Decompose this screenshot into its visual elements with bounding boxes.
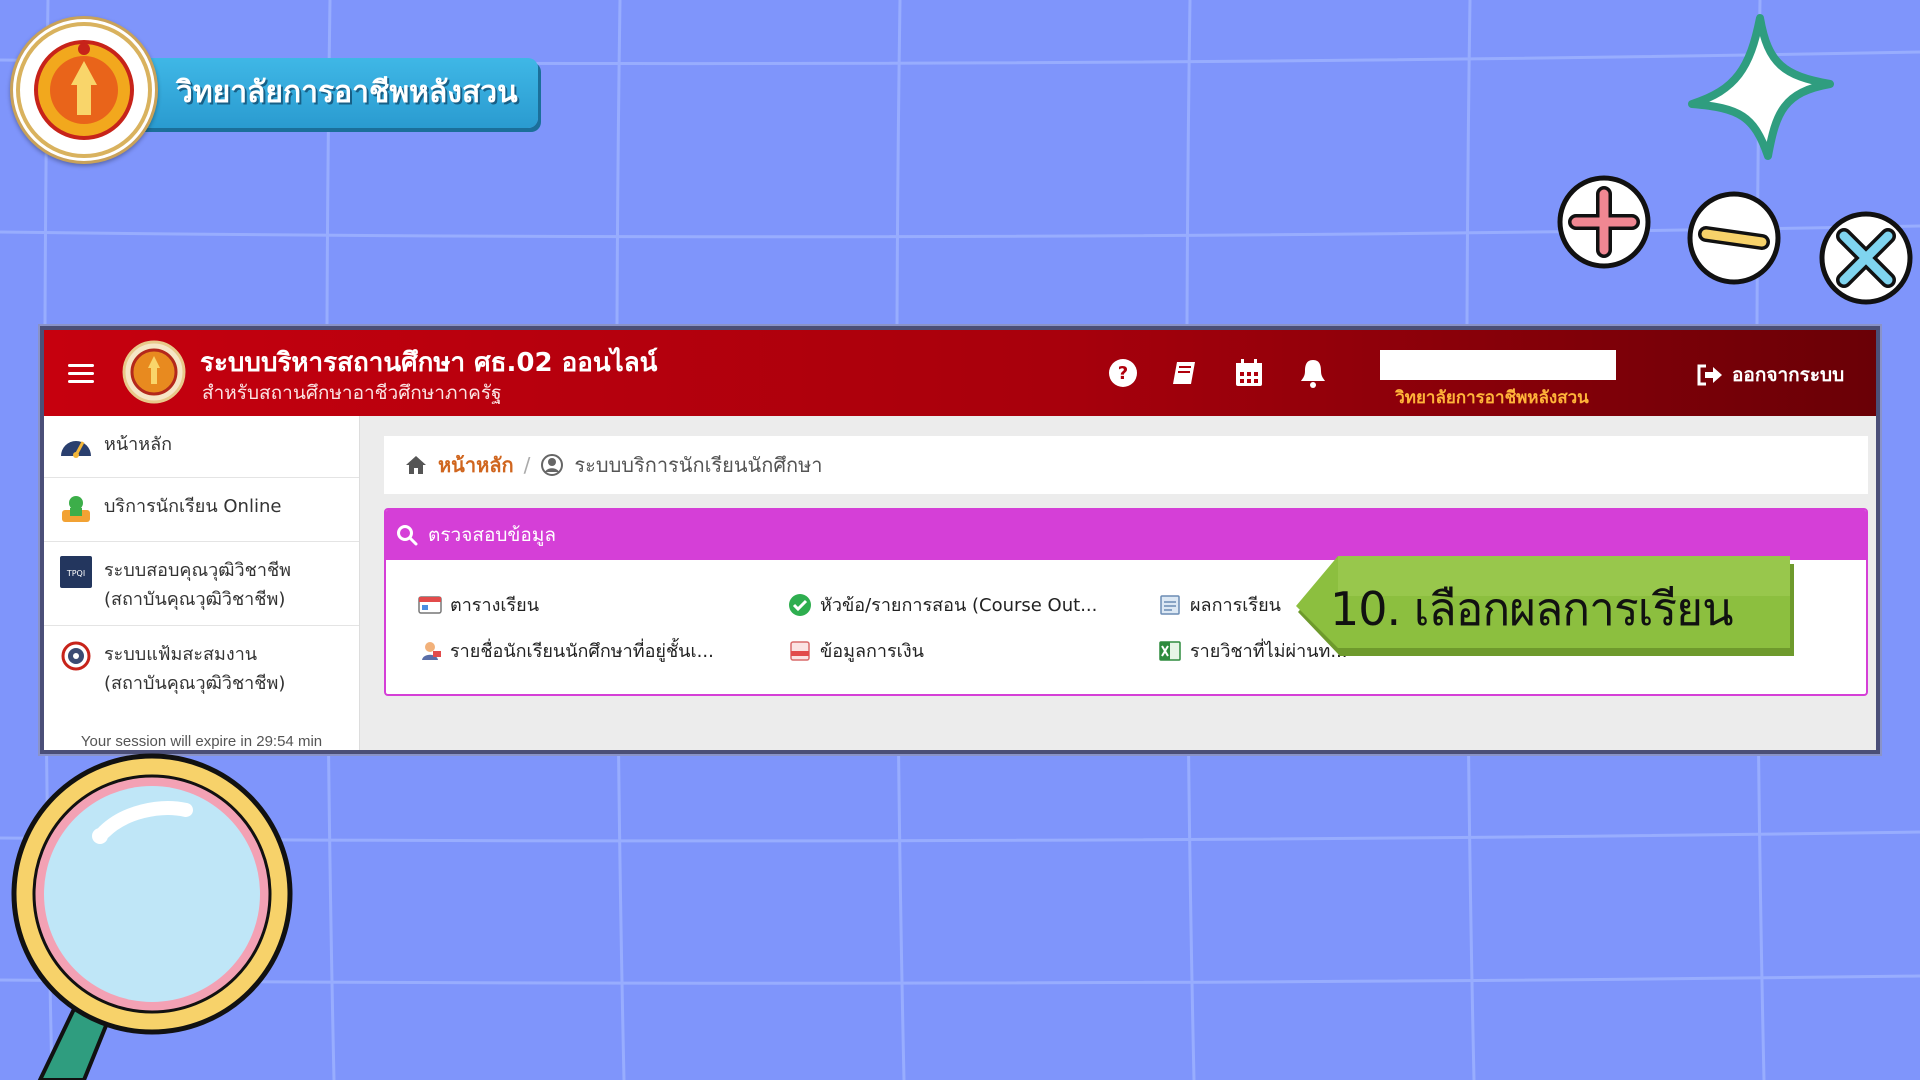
sidebar-item-label: หน้าหลัก [104,434,173,455]
sidebar-item-label: ระบบสอบคุณวุฒิวิชาชีพ [104,560,292,581]
link-label: ข้อมูลการเงิน [820,641,924,662]
system-subtitle: สำหรับสถานศึกษาอาชีวศึกษาภาครัฐ [202,382,502,404]
plus-decoration-icon [1557,175,1651,269]
panel-title: ตรวจสอบข้อมูล [428,524,556,546]
notification-bell-icon[interactable] [1296,356,1330,390]
college-name-banner: วิทยาลัยการอาชีพหลังสวน [140,58,538,128]
logout-button[interactable]: ออกจากระบบ [1696,360,1844,390]
college-seal-logo [10,16,158,164]
header-logo [122,340,186,404]
professional-qualification-icon: TPQI [60,556,92,588]
close-decoration-icon [1819,211,1913,305]
link-label: รายชื่อนักเรียนนักศึกษาที่อยู่ชั้นเ... [450,641,714,662]
system-title: ระบบบริหารสถานศึกษา ศธ.02 ออนไลน์ [200,348,658,378]
help-icon[interactable]: ? [1106,356,1140,390]
sidebar: หน้าหลัก บริการนักเรียน Online TPQI ระบบ… [44,416,360,750]
link-student-list[interactable]: รายชื่อนักเรียนนักศึกษาที่อยู่ชั้นเ... [418,636,714,665]
link-label: หัวข้อ/รายการสอน (Course Out... [820,595,1098,616]
sidebar-item-label: บริการนักเรียน Online [104,496,282,517]
sidebar-item-professional-exam[interactable]: TPQI ระบบสอบคุณวุฒิวิชาชีพ (สถาบันคุณวุฒ… [44,542,359,626]
sidebar-item-sublabel: (สถาบันคุณวุฒิวิชาชีพ) [104,589,286,610]
sidebar-item-label: ระบบแฟ้มสะสมงาน [104,644,258,665]
student-service-icon [62,496,90,522]
schedule-icon [418,595,442,614]
user-college-name: วิทยาลัยการอาชีพหลังสวน [1395,388,1589,408]
callout-instruction-text: 10. เลือกผลการเรียน [1330,582,1734,636]
teacher-icon [422,641,441,660]
link-grades[interactable]: ผลการเรียน [1158,590,1281,619]
book-icon[interactable] [1168,356,1202,390]
svg-text:?: ? [1118,363,1128,384]
sidebar-item-student-online[interactable]: บริการนักเรียน Online [44,478,359,542]
link-course-outline[interactable]: หัวข้อ/รายการสอน (Course Out... [788,590,1097,619]
check-circle-icon [789,593,811,616]
link-class-schedule[interactable]: ตารางเรียน [418,590,539,619]
home-icon [406,456,426,474]
logout-label: ออกจากระบบ [1732,364,1845,386]
menu-toggle-icon[interactable] [68,358,94,388]
breadcrumb-separator: / [523,453,531,477]
user-name-field[interactable] [1380,350,1616,380]
star-decoration-icon [1688,14,1834,160]
search-icon [397,525,418,546]
spreadsheet-icon [1159,640,1181,661]
breadcrumb: หน้าหลัก / ระบบบริการนักเรียนนักศึกษา [384,436,1868,494]
svg-text:TPQI: TPQI [66,569,85,578]
breadcrumb-home-link[interactable]: หน้าหลัก [438,449,514,481]
sidebar-item-portfolio[interactable]: ระบบแฟ้มสะสมงาน (สถาบันคุณวุฒิวิชาชีพ) [44,626,359,710]
session-expiry-text: Your session will expire in 29:54 min [80,733,323,750]
sidebar-item-home[interactable]: หน้าหลัก [44,416,359,478]
dashboard-gauge-icon [61,441,91,458]
top-navbar: ระบบบริหารสถานศึกษา ศธ.02 ออนไลน์ สำหรับ… [44,330,1876,416]
sidebar-item-sublabel: (สถาบันคุณวุฒิวิชาชีพ) [104,673,286,694]
link-finance-info[interactable]: ข้อมูลการเงิน [788,636,924,665]
user-circle-icon [541,454,564,476]
minus-decoration-icon [1687,191,1781,285]
portfolio-badge-icon [61,641,91,671]
logout-icon [1697,364,1722,386]
link-label: ตารางเรียน [450,595,540,616]
magnifying-glass-icon [11,753,293,1080]
grades-document-icon [1160,594,1180,615]
finance-receipt-icon [790,640,810,661]
panel-header: ตรวจสอบข้อมูล [386,510,1866,560]
app-window: ระบบบริหารสถานศึกษา ศธ.02 ออนไลน์ สำหรับ… [40,326,1880,754]
calendar-icon[interactable] [1232,356,1266,390]
breadcrumb-current: ระบบบริการนักเรียนนักศึกษา [574,453,823,477]
link-label: ผลการเรียน [1190,595,1281,616]
